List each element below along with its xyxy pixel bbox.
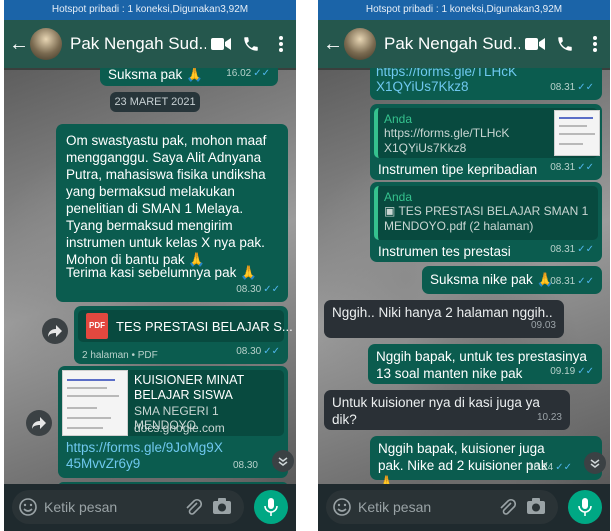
read-tick-icon: ✓✓ — [577, 244, 594, 255]
outgoing-message[interactable]: Nggih bapak, kuisioner juga pak. Nike ad… — [370, 436, 602, 484]
outgoing-message[interactable]: Nggih bapak, untuk tes prestasinya 13 so… — [368, 344, 602, 384]
back-arrow-icon[interactable]: ← — [8, 33, 30, 56]
quoted-message[interactable]: Anda ▣ TES PRESTASI BELAJAR SMAN 1 MENDO… — [374, 186, 598, 240]
message-list[interactable]: Suksma pak 🙏 16.02 ✓✓ 23 MARET 2021 Om sw… — [4, 68, 296, 484]
message-time: 16.02 ✓✓ — [226, 68, 270, 79]
quote-text: ▣ TES PRESTASI BELAJAR SMAN 1 MENDOYO.pd… — [384, 204, 589, 233]
reply-message[interactable]: Anda https://forms.gle/TLHcKX1QYiUs7Kkz8… — [370, 104, 602, 180]
read-tick-icon: ✓✓ — [263, 284, 280, 295]
contact-name[interactable]: Pak Nengah Sud... — [384, 34, 520, 54]
message-input-field[interactable] — [12, 490, 244, 524]
status-bar: Hotspot pribadi : 1 koneksi,Digunakan3,9… — [4, 0, 296, 20]
message-time: 08.31 ✓✓ — [550, 82, 594, 93]
attach-icon[interactable] — [184, 497, 203, 522]
forward-icon[interactable] — [26, 410, 52, 436]
message-time: 10.24 ✓✓ — [528, 462, 572, 473]
link-preview-domain: docs.google.com — [134, 421, 225, 435]
message-time: 09.03 — [530, 320, 556, 331]
outgoing-message[interactable]: https://forms.gle/TLHcKX1QYiUs7Kkz8 08.3… — [370, 68, 602, 100]
scroll-down-icon[interactable] — [584, 452, 606, 474]
link-preview-card[interactable]: KUISIONER MINAT BELAJAR SISWA SMA NEGERI… — [62, 370, 284, 436]
message-text-input[interactable] — [358, 499, 478, 515]
camera-icon[interactable] — [526, 497, 546, 520]
pdf-file-meta: 2 halaman • PDF — [82, 350, 158, 361]
contact-name[interactable]: Pak Nengah Sud... — [70, 34, 206, 54]
incoming-message[interactable]: Untuk kuisioner nya di kasi juga ya dik?… — [324, 390, 570, 430]
attach-icon[interactable] — [498, 497, 517, 522]
message-text: Instrumen tipe kepribadian — [378, 162, 538, 177]
left-phone-screen: Hotspot pribadi : 1 koneksi,Digunakan3,9… — [4, 0, 296, 531]
link-preview-title: KUISIONER MINAT BELAJAR SISWA — [134, 373, 244, 402]
message-time: 08.31 ✓✓ — [550, 276, 594, 287]
video-call-icon[interactable] — [520, 37, 550, 51]
date-divider: 23 MARET 2021 — [110, 92, 200, 112]
read-tick-icon: ✓✓ — [577, 162, 594, 173]
camera-icon[interactable] — [212, 497, 232, 520]
message-text-input[interactable] — [44, 499, 164, 515]
read-tick-icon: ✓✓ — [577, 276, 594, 287]
quote-text: https://forms.gle/TLHcKX1QYiUs7Kkz8 — [384, 126, 510, 155]
message-time: 08.31 ✓✓ — [550, 244, 594, 255]
mic-icon[interactable] — [568, 490, 602, 524]
pdf-icon: PDF — [86, 313, 108, 339]
avatar[interactable] — [30, 28, 62, 60]
message-input-field[interactable] — [326, 490, 558, 524]
read-tick-icon: ✓✓ — [577, 82, 594, 93]
outgoing-message[interactable]: Suksma nike pak 🙏 08.31 ✓✓ — [422, 266, 602, 294]
back-arrow-icon[interactable]: ← — [322, 33, 344, 56]
read-tick-icon: ✓✓ — [555, 462, 572, 473]
reply-message[interactable]: Anda ▣ TES PRESTASI BELAJAR SMAN 1 MENDO… — [370, 182, 602, 262]
chat-header: ← Pak Nengah Sud... — [318, 20, 610, 68]
phone-icon[interactable] — [236, 35, 266, 53]
incoming-message[interactable]: Nggih.. Niki hanya 2 halaman nggih.. 09.… — [324, 300, 564, 338]
pdf-file-name: TES PRESTASI BELAJAR S... — [116, 319, 293, 334]
video-call-icon[interactable] — [206, 37, 236, 51]
outgoing-message[interactable]: Suksma pak 🙏 16.02 ✓✓ — [100, 68, 278, 86]
emoji-icon[interactable] — [12, 498, 44, 516]
message-link[interactable]: https://forms.gle/9JoMg9X45MvvZr6y9 — [66, 440, 226, 472]
message-link[interactable]: https://forms.gle/TLHcKX1QYiUs7Kkz8 — [376, 68, 526, 94]
message-text: Om swastyastu pak, mohon maaf mengganggu… — [66, 133, 267, 267]
message-time: 08.30 ✓✓ — [236, 346, 280, 357]
quoted-message[interactable]: Anda https://forms.gle/TLHcKX1QYiUs7Kkz8 — [374, 108, 600, 158]
emoji-icon[interactable] — [326, 498, 358, 516]
message-time: 08.30 ✓✓ — [236, 284, 280, 295]
message-time: 08.30 — [232, 460, 258, 471]
message-text: Nggih.. Niki hanya 2 halaman nggih.. — [332, 305, 553, 320]
message-input-bar — [4, 484, 296, 531]
read-tick-icon: ✓✓ — [263, 346, 280, 357]
right-phone-screen: Hotspot pribadi : 1 koneksi,Digunakan3,9… — [318, 0, 610, 531]
outgoing-message[interactable]: Om swastyastu pak, mohon maaf mengganggu… — [56, 124, 288, 302]
more-vert-icon[interactable] — [266, 35, 296, 53]
forward-icon[interactable] — [42, 318, 68, 344]
pdf-file-card[interactable]: PDF TES PRESTASI BELAJAR S... — [78, 310, 293, 342]
link-preview-message[interactable]: KUISIONER MINAT BELAJAR SISWA SMA NEGERI… — [58, 366, 288, 478]
message-text: Instrumen tes prestasi — [378, 244, 511, 259]
link-thumbnail — [62, 370, 128, 436]
phone-icon[interactable] — [550, 35, 580, 53]
avatar[interactable] — [344, 28, 376, 60]
scroll-down-icon[interactable] — [272, 450, 294, 472]
status-bar: Hotspot pribadi : 1 koneksi,Digunakan3,9… — [318, 0, 610, 20]
message-text: Suksma pak 🙏 — [108, 68, 203, 82]
message-time: 08.31 ✓✓ — [550, 162, 594, 173]
message-text: Terima kasi sebelumnya pak 🙏 — [66, 265, 257, 280]
message-list[interactable]: https://forms.gle/TLHcKX1QYiUs7Kkz8 08.3… — [318, 68, 610, 484]
message-time: 09.19 ✓✓ — [550, 366, 594, 377]
chat-header: ← Pak Nengah Sud... — [4, 20, 296, 68]
message-time: 10.23 — [536, 412, 562, 423]
message-text: Suksma nike pak 🙏 — [430, 272, 554, 287]
read-tick-icon: ✓✓ — [577, 366, 594, 377]
read-tick-icon: ✓✓ — [253, 68, 270, 79]
more-vert-icon[interactable] — [580, 35, 610, 53]
message-input-bar — [318, 484, 610, 531]
quote-thumbnail — [554, 110, 600, 156]
message-text: Untuk kuisioner nya di kasi juga ya dik? — [332, 395, 540, 427]
mic-icon[interactable] — [254, 490, 288, 524]
pdf-attachment-message[interactable]: PDF TES PRESTASI BELAJAR S... 2 halaman … — [74, 306, 293, 364]
